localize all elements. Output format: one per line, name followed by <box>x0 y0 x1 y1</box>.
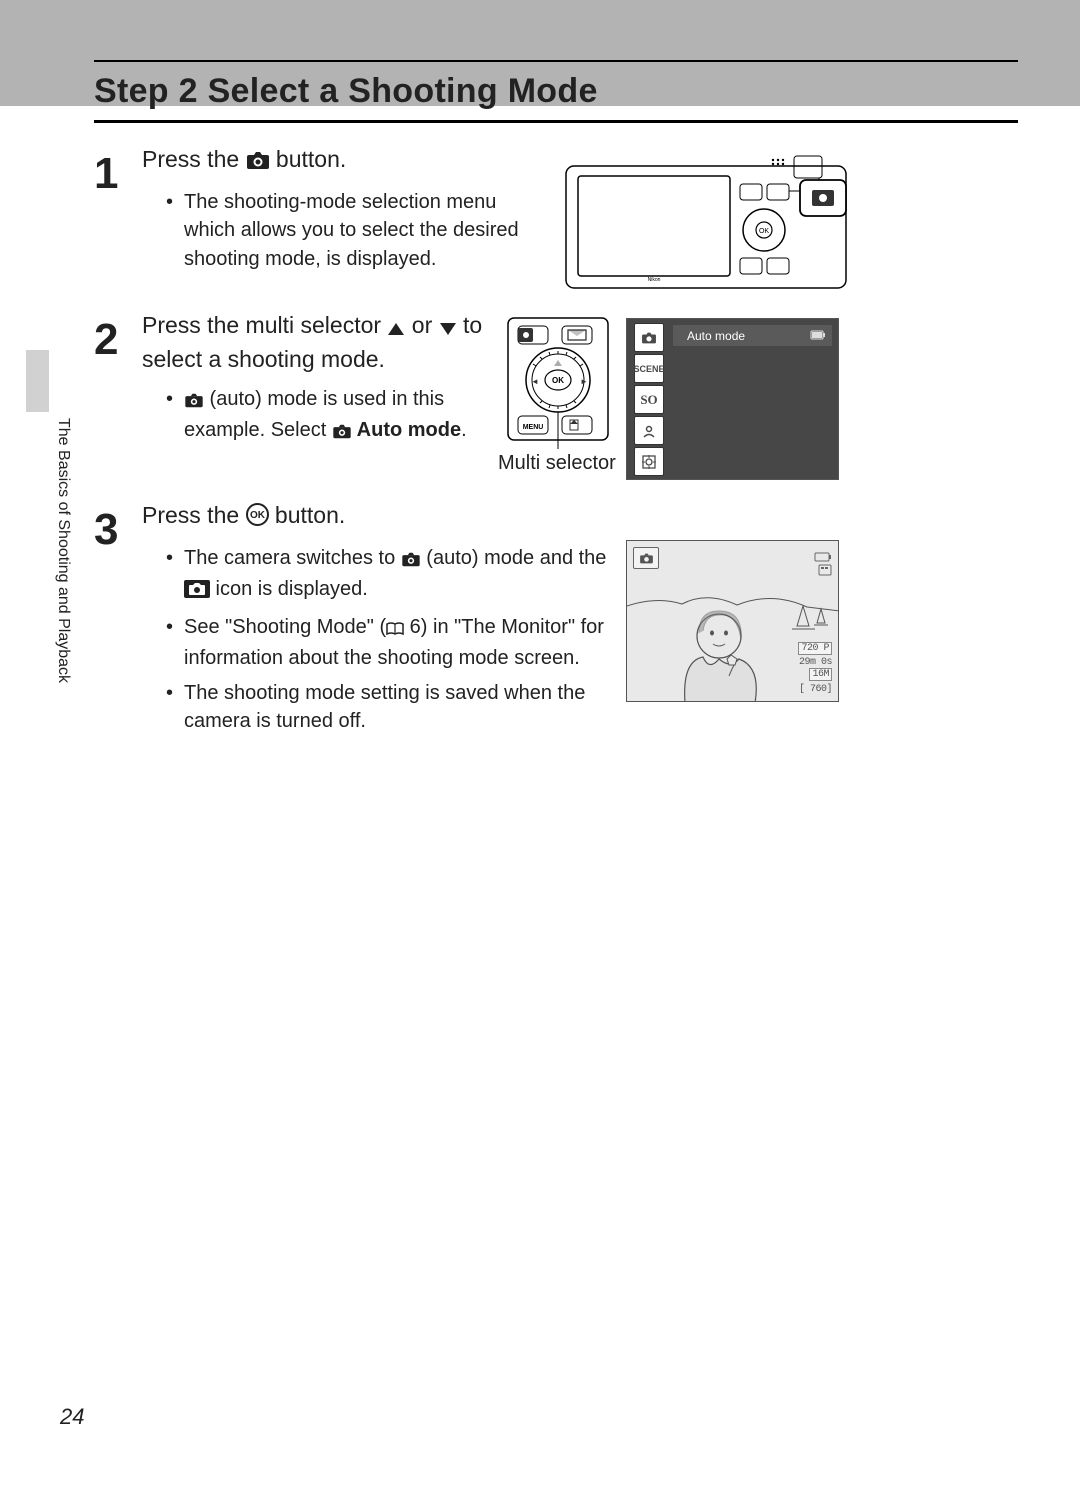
step1-heading: Press the button. <box>142 144 544 178</box>
header-rule-top <box>94 60 1018 62</box>
memory-icon <box>818 563 832 581</box>
figure-mode-menu: SCENE SO Auto mode <box>626 318 839 480</box>
camera-icon <box>401 547 421 575</box>
mode-scene-icon: SCENE <box>634 354 664 383</box>
mode-auto-icon <box>634 323 664 352</box>
figure-result-monitor: 720 P 29m 0s 16M [ 760] <box>626 540 839 702</box>
step2-heading: Press the multi selector or to select a … <box>142 310 494 375</box>
multi-selector-label: Multi selector <box>498 452 616 475</box>
step2-bullet1: (auto) mode is used in this example. Sel… <box>166 385 494 448</box>
mode-subject-tracking-icon <box>634 447 664 476</box>
triangle-down-icon <box>439 313 457 344</box>
camera-icon <box>332 419 352 447</box>
figure-camera-back: OK Nikon <box>564 150 850 290</box>
monitor-video-mode: 720 P <box>798 642 832 655</box>
step-number-1: 1 <box>94 152 118 196</box>
monitor-shot-count: [ 760] <box>799 684 832 695</box>
side-thumb-tab <box>26 350 49 412</box>
monitor-auto-icon <box>633 547 659 569</box>
step3-bullet3: The shooting mode setting is saved when … <box>166 679 614 736</box>
mode-so-icon: SO <box>634 385 664 414</box>
section-side-label: The Basics of Shooting and Playback <box>52 418 72 683</box>
step1-head-post: button. <box>270 146 347 172</box>
step2-head-a: Press the multi selector <box>142 312 387 338</box>
battery-icon <box>810 329 826 343</box>
book-page-icon <box>386 616 404 644</box>
triangle-up-icon <box>387 313 405 344</box>
step3-heading: Press the OK button. <box>142 500 614 534</box>
monitor-image-size: 16M <box>809 668 832 681</box>
svg-text:MENU: MENU <box>523 424 544 431</box>
mode-label-auto: Auto mode <box>673 325 832 346</box>
svg-text:►: ► <box>580 377 588 386</box>
camera-icon <box>246 147 270 178</box>
step1-bullet1: The shooting-mode selection menu which a… <box>166 188 544 273</box>
step3-head-post: button. <box>269 502 346 528</box>
header-rule-bottom <box>94 120 1018 123</box>
svg-text:OK: OK <box>250 510 266 521</box>
page-title: Step 2 Select a Shooting Mode <box>94 72 598 111</box>
step3-bullet1: The camera switches to (auto) mode and t… <box>166 544 614 607</box>
svg-text:◄: ◄ <box>531 377 539 386</box>
camera-icon <box>184 388 204 416</box>
svg-text:Nikon: Nikon <box>648 277 661 283</box>
svg-text:OK: OK <box>759 228 769 235</box>
step3-bullet2: See "Shooting Mode" ( 6) in "The Monitor… <box>166 613 614 673</box>
step1-head-pre: Press the <box>142 146 246 172</box>
step-number-2: 2 <box>94 318 118 362</box>
step3-head-pre: Press the <box>142 502 246 528</box>
ok-button-icon: OK <box>246 503 269 534</box>
svg-text:OK: OK <box>552 376 564 385</box>
monitor-record-time: 29m 0s <box>799 657 832 668</box>
mode-smart-portrait-icon <box>634 416 664 445</box>
camera-status-icon <box>184 578 210 606</box>
figure-multi-selector: OK ◄ ► MENU <box>506 316 611 450</box>
step-number-3: 3 <box>94 508 118 552</box>
step2-head-b: or <box>405 312 438 338</box>
page-number: 24 <box>60 1404 84 1430</box>
